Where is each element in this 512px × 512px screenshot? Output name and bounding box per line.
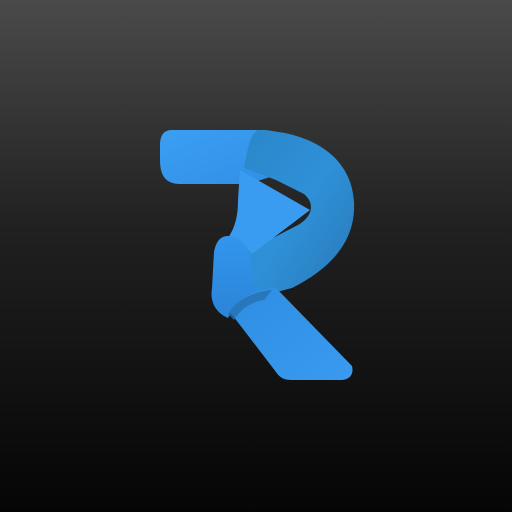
- r-ribbon-logo-icon: [160, 130, 355, 380]
- app-icon-background: [0, 0, 512, 512]
